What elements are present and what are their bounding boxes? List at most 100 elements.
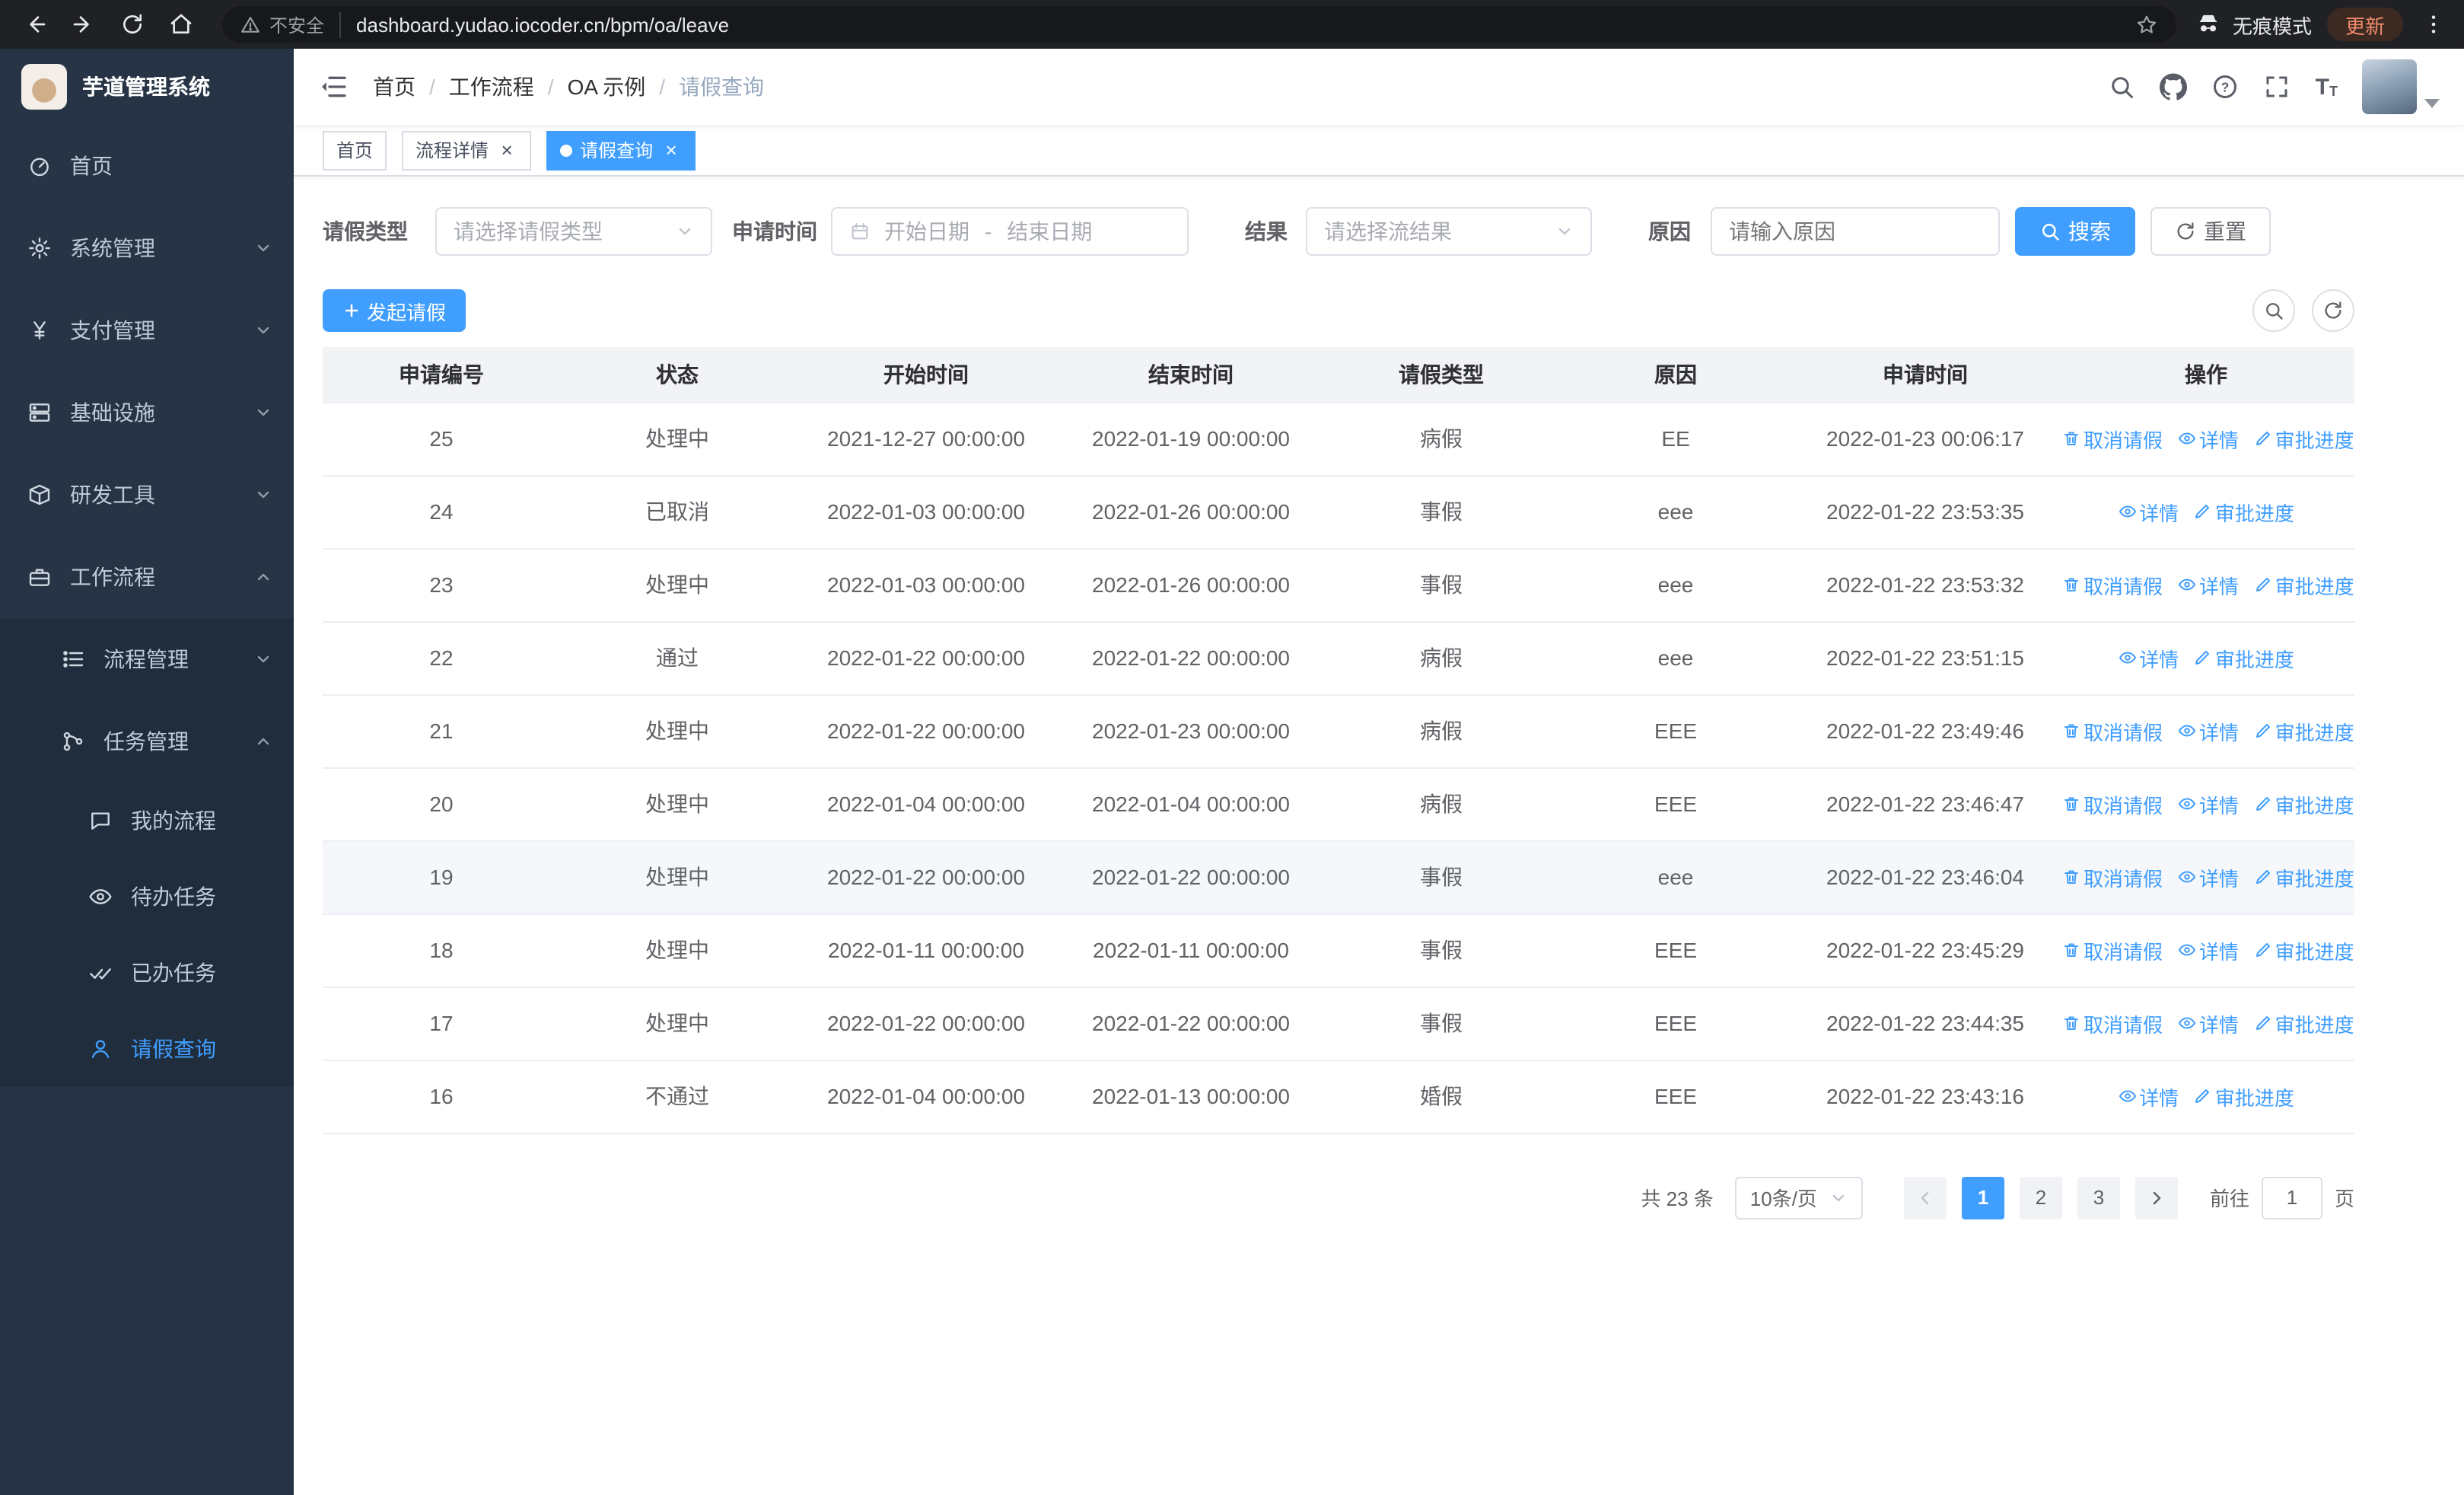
- browser-refresh-button[interactable]: [113, 5, 152, 44]
- page-number-button[interactable]: 2: [2019, 1176, 2062, 1219]
- sidebar-item-todo-tasks[interactable]: 待办任务: [0, 859, 294, 935]
- sidebar-item-devtools[interactable]: 研发工具: [0, 454, 294, 536]
- sidebar-item-system[interactable]: 系统管理: [0, 207, 294, 289]
- sidebar-item-done-tasks[interactable]: 已办任务: [0, 935, 294, 1011]
- prev-page-button[interactable]: [1903, 1176, 1947, 1219]
- security-chip[interactable]: 不安全: [240, 11, 342, 37]
- next-page-button[interactable]: [2135, 1176, 2178, 1219]
- page-number-button[interactable]: 1: [1961, 1176, 2004, 1219]
- sidebar-item-workflow[interactable]: 工作流程: [0, 536, 294, 618]
- table-row[interactable]: 20 处理中 2022-01-04 00:00:00 2022-01-04 00…: [323, 767, 2354, 841]
- sidebar-collapse-button[interactable]: [318, 72, 349, 102]
- sidebar-item-payment[interactable]: 支付管理: [0, 289, 294, 371]
- search-button-label: 搜索: [2068, 219, 2111, 244]
- user-menu[interactable]: [2362, 59, 2440, 114]
- cell-status: 处理中: [560, 767, 794, 841]
- sidebar-item-my-process[interactable]: 我的流程: [0, 783, 294, 859]
- approval-progress-link[interactable]: 审批进度: [2194, 497, 2294, 526]
- sidebar-item-infrastructure[interactable]: 基础设施: [0, 371, 294, 454]
- search-button[interactable]: 搜索: [2015, 207, 2135, 256]
- table-row[interactable]: 25 处理中 2021-12-27 00:00:00 2022-01-19 00…: [323, 402, 2354, 476]
- reset-button[interactable]: 重置: [2150, 207, 2271, 256]
- table-row[interactable]: 22 通过 2022-01-22 00:00:00 2022-01-22 00:…: [323, 621, 2354, 695]
- bookmark-star-button[interactable]: [2135, 13, 2158, 36]
- table-row[interactable]: 17 处理中 2022-01-22 00:00:00 2022-01-22 00…: [323, 987, 2354, 1060]
- create-leave-button[interactable]: 发起请假: [323, 289, 466, 332]
- help-button[interactable]: ?: [2212, 73, 2240, 100]
- detail-link[interactable]: 详情: [2178, 1009, 2239, 1038]
- approval-progress-link[interactable]: 审批进度: [2254, 716, 2354, 745]
- cell-operations: 取消请假 详情 审批进度: [2058, 767, 2354, 841]
- sidebar-item-home[interactable]: 首页: [0, 125, 294, 207]
- approval-progress-link[interactable]: 审批进度: [2194, 643, 2294, 672]
- table-row[interactable]: 21 处理中 2022-01-22 00:00:00 2022-01-23 00…: [323, 694, 2354, 768]
- approval-progress-link[interactable]: 审批进度: [2254, 570, 2354, 599]
- browser-back-button[interactable]: [15, 5, 55, 44]
- detail-link[interactable]: 详情: [2178, 716, 2239, 745]
- detail-link[interactable]: 详情: [2178, 862, 2239, 891]
- browser-menu-button[interactable]: [2418, 12, 2449, 37]
- trash-icon: [2064, 1016, 2078, 1030]
- detail-link[interactable]: 详情: [2118, 643, 2179, 672]
- browser-home-button[interactable]: [161, 5, 201, 44]
- list-icon: [63, 651, 84, 668]
- cell-start-time: 2022-01-04 00:00:00: [794, 767, 1058, 841]
- detail-link[interactable]: 详情: [2178, 424, 2239, 453]
- detail-link[interactable]: 详情: [2178, 570, 2239, 599]
- cancel-leave-link[interactable]: 取消请假: [2062, 570, 2163, 599]
- breadcrumb-workflow[interactable]: 工作流程: [449, 72, 534, 102]
- tab-leave-query[interactable]: 请假查询 ×: [546, 130, 696, 170]
- cancel-leave-link[interactable]: 取消请假: [2062, 716, 2163, 745]
- sidebar-item-leave-query[interactable]: 请假查询: [0, 1011, 294, 1087]
- browser-update-button[interactable]: 更新: [2326, 8, 2403, 41]
- table-row[interactable]: 18 处理中 2022-01-11 00:00:00 2022-01-11 00…: [323, 913, 2354, 987]
- tab-home[interactable]: 首页: [323, 130, 387, 170]
- github-icon: [2160, 73, 2188, 100]
- detail-link[interactable]: 详情: [2178, 936, 2239, 964]
- cancel-leave-link[interactable]: 取消请假: [2062, 789, 2163, 818]
- refresh-table-button[interactable]: [2312, 289, 2354, 332]
- table-row[interactable]: 23 处理中 2022-01-03 00:00:00 2022-01-26 00…: [323, 548, 2354, 622]
- breadcrumb-home[interactable]: 首页: [373, 72, 415, 102]
- table-row[interactable]: 16 不通过 2022-01-04 00:00:00 2022-01-13 00…: [323, 1060, 2354, 1133]
- filter-form: 请假类型 请选择请假类型 申请时间 开始日期 - 结束日期 结果 请选择流结果 …: [323, 207, 2354, 256]
- approval-progress-link[interactable]: 审批进度: [2254, 936, 2354, 964]
- tab-process-detail[interactable]: 流程详情 ×: [402, 130, 532, 170]
- reason-input[interactable]: [1711, 207, 2000, 256]
- page-size-select[interactable]: 10条/页: [1734, 1176, 1863, 1219]
- approval-progress-link[interactable]: 审批进度: [2254, 862, 2354, 891]
- apply-time-range-picker[interactable]: 开始日期 - 结束日期: [831, 207, 1189, 256]
- fullscreen-button[interactable]: [2264, 73, 2291, 100]
- cancel-leave-link[interactable]: 取消请假: [2062, 424, 2163, 453]
- result-select[interactable]: 请选择流结果: [1306, 207, 1592, 256]
- table-row[interactable]: 19 处理中 2022-01-22 00:00:00 2022-01-22 00…: [323, 840, 2354, 914]
- approval-progress-link[interactable]: 审批进度: [2254, 1009, 2354, 1038]
- address-bar[interactable]: 不安全 dashboard.yudao.iocoder.cn/bpm/oa/le…: [222, 6, 2176, 43]
- cancel-leave-link[interactable]: 取消请假: [2062, 862, 2163, 891]
- approval-progress-link[interactable]: 审批进度: [2254, 424, 2354, 453]
- page-number-button[interactable]: 3: [2077, 1176, 2120, 1219]
- toggle-search-button[interactable]: [2252, 289, 2295, 332]
- font-size-button[interactable]: TT: [2316, 75, 2338, 98]
- table-row[interactable]: 24 已取消 2022-01-03 00:00:00 2022-01-26 00…: [323, 475, 2354, 549]
- breadcrumb-oa-example[interactable]: OA 示例: [568, 72, 646, 102]
- approval-progress-link[interactable]: 审批进度: [2194, 1082, 2294, 1111]
- approval-progress-link[interactable]: 审批进度: [2254, 789, 2354, 818]
- tab-close-icon[interactable]: ×: [496, 139, 517, 161]
- detail-link[interactable]: 详情: [2118, 497, 2179, 526]
- github-link-button[interactable]: [2160, 73, 2188, 100]
- cell-apply-id: 17: [323, 987, 560, 1060]
- sidebar-item-task-management[interactable]: 任务管理: [0, 700, 294, 783]
- cancel-leave-link[interactable]: 取消请假: [2062, 936, 2163, 964]
- app-logo[interactable]: 芋道管理系统: [0, 49, 294, 125]
- browser-forward-button[interactable]: [64, 5, 103, 44]
- user-avatar[interactable]: [2362, 59, 2417, 114]
- sidebar-item-process-management[interactable]: 流程管理: [0, 618, 294, 700]
- cancel-leave-link[interactable]: 取消请假: [2062, 1009, 2163, 1038]
- page-goto-input[interactable]: [2261, 1176, 2322, 1219]
- detail-link[interactable]: 详情: [2118, 1082, 2179, 1111]
- tab-close-icon[interactable]: ×: [661, 139, 682, 161]
- detail-link[interactable]: 详情: [2178, 789, 2239, 818]
- leave-type-select[interactable]: 请选择请假类型: [435, 207, 712, 256]
- header-search-button[interactable]: [2109, 73, 2136, 100]
